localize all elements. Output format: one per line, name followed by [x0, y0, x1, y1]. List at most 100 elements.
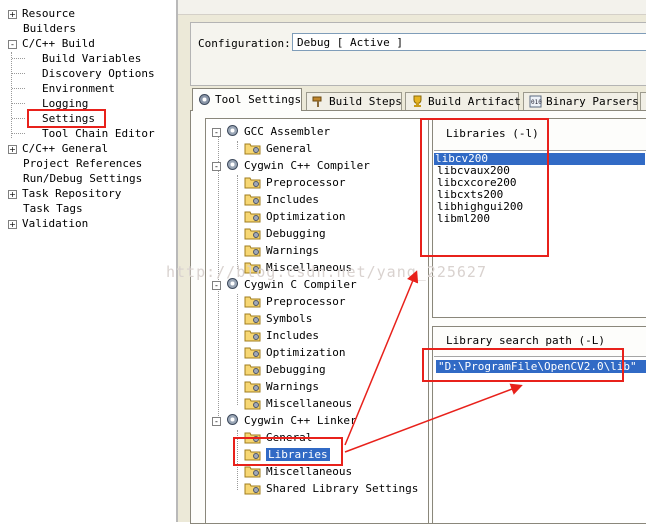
tree-item-label: Optimization [266, 346, 346, 359]
tab-label: Build Artifact [428, 95, 521, 108]
expand-icon[interactable]: + [8, 189, 17, 199]
tree-item-debugging[interactable]: Debugging [244, 362, 326, 378]
collapse-icon[interactable]: - [212, 280, 221, 290]
tree-item-includes[interactable]: Includes [244, 328, 319, 344]
tree-item-label: Task Tags [23, 202, 83, 215]
expand-icon[interactable]: + [8, 144, 17, 154]
annotation-box-libraries [420, 118, 549, 257]
folder-options-icon [244, 296, 261, 308]
tree-item-optimization[interactable]: Optimization [244, 209, 345, 225]
tree-item-label: Warnings [266, 380, 319, 393]
collapse-icon[interactable]: - [212, 416, 221, 426]
tree-item-label: Preprocessor [266, 176, 346, 189]
tree-item-cpp-general[interactable]: + C/C++ General [8, 141, 108, 156]
tree-item-includes[interactable]: Includes [244, 192, 319, 208]
tree-item-label: Project References [23, 157, 143, 170]
tree-item-label: Includes [266, 329, 319, 342]
gear-icon [199, 94, 210, 105]
trophy-icon [413, 95, 422, 107]
tree-item-warnings[interactable]: Warnings [244, 379, 319, 395]
tab-build-artifact[interactable]: Build Artifact [405, 92, 521, 110]
page-header-strip [178, 0, 646, 15]
tree-item-shared-library-settings[interactable]: Shared Library Settings [244, 481, 418, 497]
tree-item-task-repository[interactable]: + Task Repository [8, 186, 121, 201]
tree-item-validation[interactable]: + Validation [8, 216, 88, 231]
watermark: http://blog.csdn.net/yang_225627 [166, 263, 487, 281]
tree-item-cygwin-cpp-linker[interactable]: - Cygwin C++ Linker [212, 413, 357, 429]
configuration-group [190, 22, 646, 86]
tree-item-label: Resource [22, 7, 75, 20]
tree-item-label: C/C++ General [22, 142, 109, 155]
tree-item-builders[interactable]: Builders [23, 21, 76, 36]
tree-item-label: Miscellaneous [266, 465, 353, 478]
tree-item-tool-chain-editor[interactable]: Tool Chain Editor [42, 126, 155, 141]
folder-options-icon [244, 143, 261, 155]
tree-item-preprocessor[interactable]: Preprocessor [244, 175, 345, 191]
hammer-icon [312, 96, 322, 107]
folder-options-icon [244, 466, 261, 478]
tree-item-label: Builders [23, 22, 76, 35]
tree-item-discovery-options[interactable]: Discovery Options [42, 66, 155, 81]
tree-item-task-tags[interactable]: Task Tags [23, 201, 83, 216]
tree-item-cygwin-cpp-compiler[interactable]: - Cygwin C++ Compiler [212, 158, 370, 174]
property-pages-tree: + Resource Builders - C/C++ Build Build Va… [0, 0, 176, 522]
tree-item-preprocessor[interactable]: Preprocessor [244, 294, 345, 310]
tree-item-symbols[interactable]: Symbols [244, 311, 312, 327]
tree-item-debugging[interactable]: Debugging [244, 226, 326, 242]
folder-options-icon [244, 330, 261, 342]
tree-item-label: Cygwin C++ Compiler [244, 159, 370, 172]
tree-item-label: Run/Debug Settings [23, 172, 143, 185]
gear-icon [227, 125, 238, 136]
tab-overflow[interactable] [640, 92, 646, 110]
folder-options-icon [244, 228, 261, 240]
tab-tool-settings[interactable]: Tool Settings [192, 88, 302, 111]
tab-label: Tool Settings [215, 93, 302, 106]
tree-item-label: Discovery Options [42, 67, 155, 80]
binary-icon: 010 [529, 95, 542, 108]
tree-item-miscellaneous[interactable]: Miscellaneous [244, 396, 352, 412]
folder-options-icon [244, 245, 261, 257]
tree-item-cpp-build[interactable]: - C/C++ Build [8, 36, 95, 51]
tree-item-label: Shared Library Settings [266, 482, 419, 495]
tab-binary-parsers[interactable]: 010 Binary Parsers [523, 92, 639, 110]
tree-item-general[interactable]: General [244, 141, 312, 157]
tree-item-label: Preprocessor [266, 295, 346, 308]
folder-options-icon [244, 211, 261, 223]
tree-item-label: Validation [22, 217, 89, 230]
annotation-box-search-path [422, 348, 624, 382]
tree-item-run-debug-settings[interactable]: Run/Debug Settings [23, 171, 142, 186]
folder-options-icon [244, 347, 261, 359]
tree-item-label: Warnings [266, 244, 319, 257]
tree-item-warnings[interactable]: Warnings [244, 243, 319, 259]
tree-item-label: Build Variables [42, 52, 142, 65]
annotation-box-settings [27, 109, 106, 128]
tree-item-project-references[interactable]: Project References [23, 156, 142, 171]
tree-item-label: GCC Assembler [244, 125, 331, 138]
collapse-icon[interactable]: - [212, 127, 221, 137]
tab-label: Binary Parsers [546, 95, 639, 108]
tree-item-build-variables[interactable]: Build Variables [42, 51, 141, 66]
tree-item-label: General [266, 142, 313, 155]
tree-item-label: C/C++ Build [22, 37, 95, 50]
configuration-select[interactable]: Debug [ Active ] [292, 33, 646, 51]
configuration-label: Configuration: [198, 37, 291, 50]
tree-item-environment[interactable]: Environment [42, 81, 115, 96]
expand-icon[interactable]: + [8, 9, 17, 19]
tab-label: Build Steps [329, 95, 402, 108]
folder-options-icon [244, 381, 261, 393]
expand-icon[interactable]: + [8, 219, 17, 229]
collapse-icon[interactable]: - [212, 161, 221, 171]
folder-options-icon [244, 483, 261, 495]
tab-build-steps[interactable]: Build Steps [306, 92, 402, 110]
tree-item-label: Task Repository [22, 187, 122, 200]
folder-options-icon [244, 194, 261, 206]
tree-item-label: Tool Chain Editor [42, 127, 155, 140]
tree-item-label: Debugging [266, 363, 326, 376]
gear-icon [227, 159, 238, 170]
tree-item-optimization[interactable]: Optimization [244, 345, 345, 361]
tree-item-label: Miscellaneous [266, 397, 353, 410]
collapse-icon[interactable]: - [8, 39, 17, 49]
tree-item-gcc-assembler[interactable]: - GCC Assembler [212, 124, 330, 140]
tree-item-resource[interactable]: + Resource [8, 6, 75, 21]
tree-item-miscellaneous[interactable]: Miscellaneous [244, 464, 352, 480]
